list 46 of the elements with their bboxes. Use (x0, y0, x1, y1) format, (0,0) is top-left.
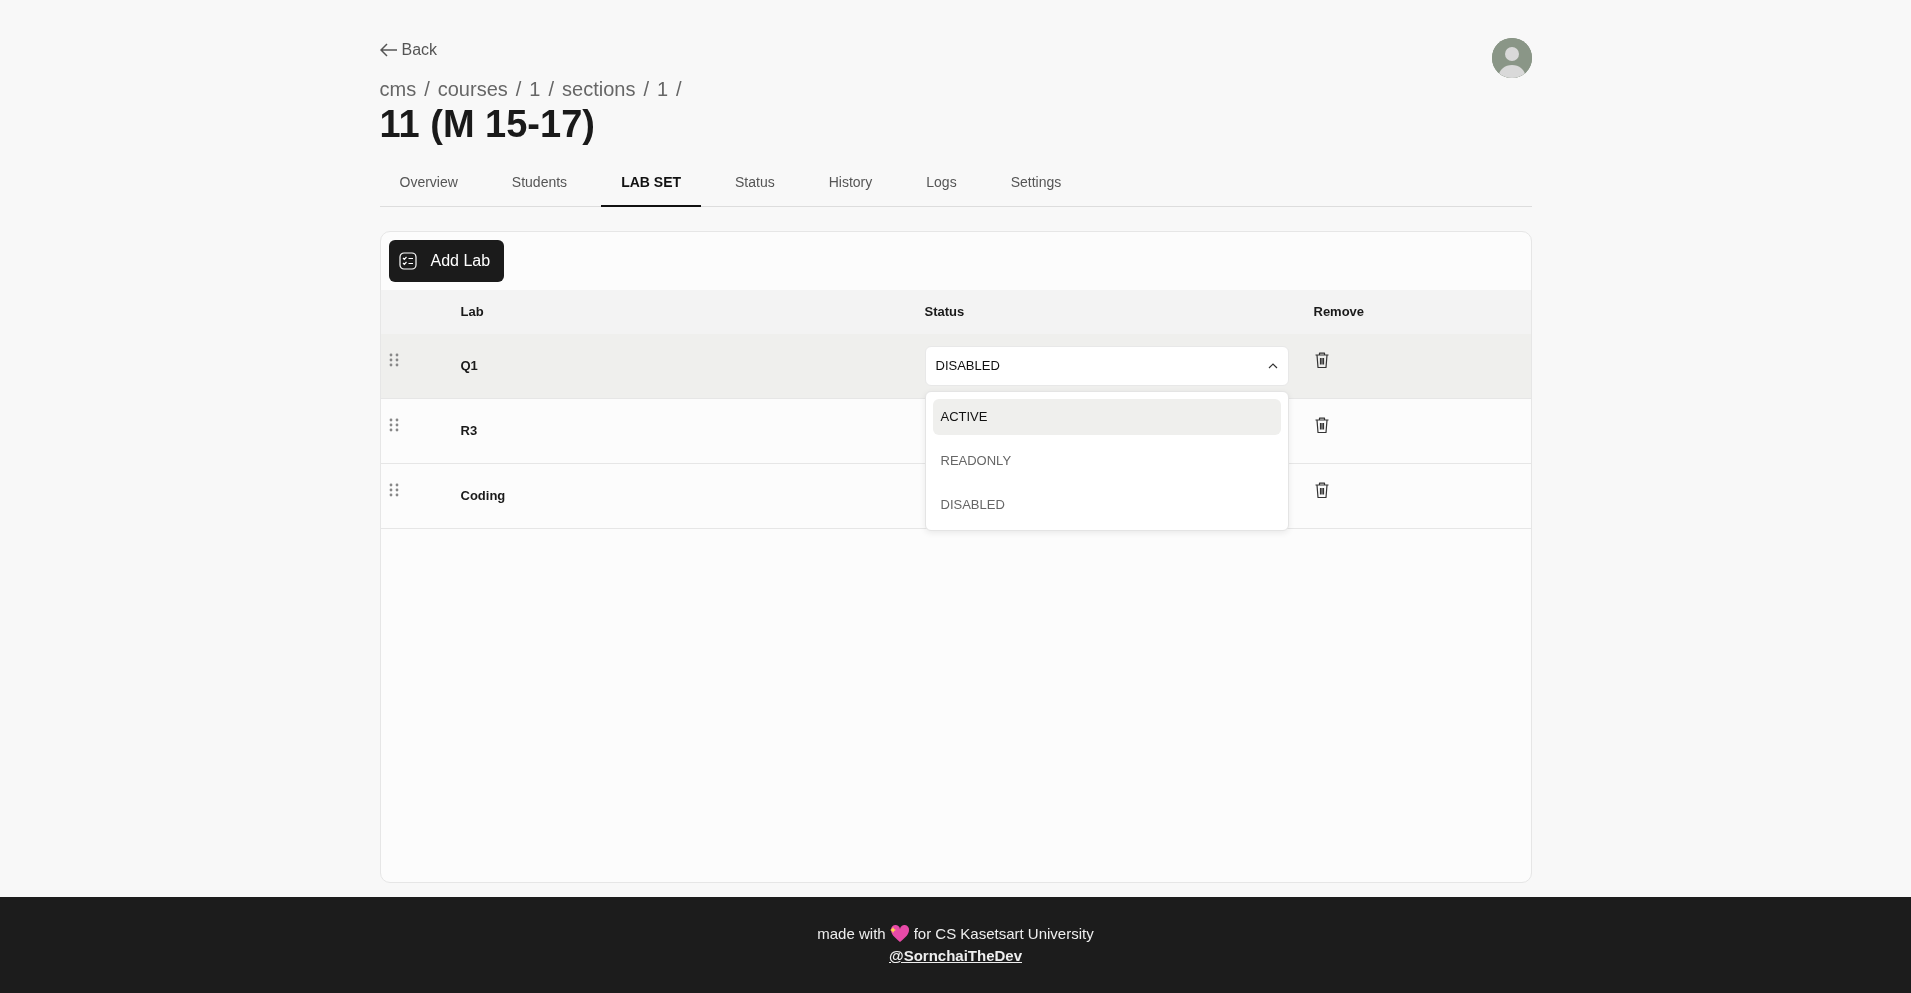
drag-handle-icon[interactable] (388, 483, 399, 498)
breadcrumb-link[interactable]: courses (437, 74, 508, 104)
footer-text: made with (817, 923, 886, 944)
remove-button[interactable] (1313, 481, 1330, 500)
tab[interactable]: History (808, 161, 893, 207)
lab-name: Q1 (460, 357, 479, 376)
breadcrumb-separator: / (643, 77, 649, 102)
column-header: Remove (1313, 303, 1366, 322)
page-title: 11 (M 15-17) (379, 104, 596, 146)
avatar[interactable] (1491, 38, 1532, 78)
back-link[interactable]: Back (379, 38, 438, 62)
tab[interactable]: Overview (379, 161, 478, 207)
drag-handle-icon[interactable] (388, 353, 399, 368)
checklist-icon (398, 251, 417, 270)
trash-icon (1313, 351, 1330, 370)
dropdown-option[interactable]: DISABLED (932, 486, 1281, 523)
breadcrumb-separator: / (676, 77, 682, 102)
author-link[interactable]: @SornchaiTheDev (889, 945, 1022, 968)
arrow-left-icon (379, 43, 398, 57)
column-header: Lab (460, 303, 485, 322)
lab-name: R3 (460, 422, 479, 441)
dropdown-option[interactable]: READONLY (932, 442, 1281, 479)
breadcrumb-link[interactable]: cms (379, 74, 417, 104)
status-select[interactable]: DISABLED (924, 345, 1289, 386)
remove-button[interactable] (1313, 416, 1330, 435)
breadcrumb-separator: / (548, 77, 554, 102)
tab[interactable]: Students (491, 161, 588, 207)
lab-name: Coding (460, 487, 507, 506)
breadcrumb-link[interactable]: sections (562, 74, 636, 104)
trash-icon (1313, 416, 1330, 435)
add-lab-button[interactable]: Add Lab (388, 239, 505, 282)
dropdown-option[interactable]: ACTIVE (932, 398, 1281, 435)
breadcrumb-link[interactable]: 1 (656, 74, 669, 104)
tab[interactable]: Logs (906, 161, 977, 207)
column-header: Status (924, 303, 966, 322)
footer-text: for CS Kasetsart University (913, 923, 1094, 944)
tab[interactable]: LAB SET (601, 161, 701, 207)
heart-icon (889, 924, 910, 944)
breadcrumb-link[interactable]: 1 (529, 74, 541, 104)
trash-icon (1313, 481, 1330, 500)
drag-handle-icon[interactable] (388, 418, 399, 433)
remove-button[interactable] (1313, 351, 1330, 370)
breadcrumb-separator: / (424, 77, 430, 102)
breadcrumb-separator: / (515, 77, 522, 102)
tab[interactable]: Status (715, 161, 795, 207)
tab[interactable]: Settings (990, 161, 1082, 207)
